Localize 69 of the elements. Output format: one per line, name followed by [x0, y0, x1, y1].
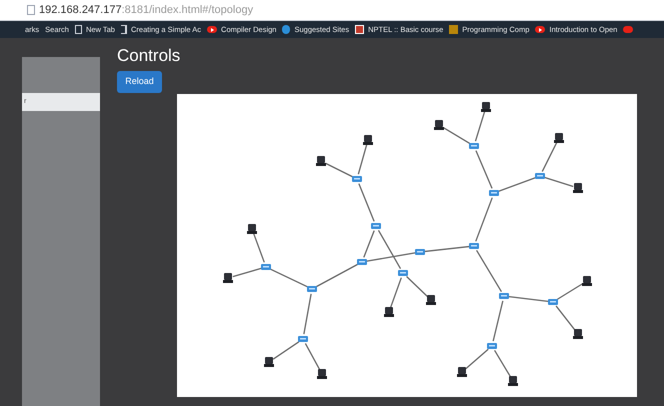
link-line [556, 283, 584, 300]
link-line [544, 176, 574, 188]
computer-icon[interactable] [573, 329, 583, 339]
switch-icon[interactable] [499, 293, 509, 299]
link-line [542, 142, 558, 172]
switch-icon[interactable] [307, 286, 317, 292]
page-icon [74, 25, 82, 34]
computer-icon[interactable] [481, 102, 491, 112]
computer-icon[interactable] [434, 120, 444, 130]
computer-icon[interactable] [363, 135, 373, 145]
nptel-logo-icon [355, 25, 364, 34]
link-line [494, 350, 511, 378]
link-line [358, 144, 368, 174]
switch-icon[interactable] [352, 176, 362, 182]
link-line [272, 341, 300, 360]
computer-icon[interactable] [264, 357, 274, 367]
link-line [316, 264, 358, 288]
switch-icon[interactable] [487, 343, 497, 349]
b-logo-icon [282, 25, 290, 34]
link-line [475, 197, 493, 242]
computer-icon[interactable] [384, 307, 394, 317]
computer-icon[interactable] [247, 224, 257, 234]
link-line [270, 268, 308, 288]
computer-icon[interactable] [426, 295, 436, 305]
switch-icon[interactable] [415, 249, 425, 255]
switch-icon[interactable] [261, 264, 271, 270]
cc-logo-icon [449, 25, 458, 34]
link-line [358, 183, 375, 222]
link-line [465, 348, 489, 370]
link-line [498, 177, 536, 192]
link-line [304, 343, 320, 370]
computer-icon[interactable] [223, 273, 233, 283]
link-line [476, 250, 502, 292]
link-line [556, 306, 576, 330]
link-line [325, 162, 353, 178]
switch-icon[interactable] [357, 259, 367, 265]
link-line [508, 296, 548, 302]
play-icon [207, 26, 218, 33]
switch-icon[interactable] [548, 299, 558, 305]
play-icon [623, 26, 634, 33]
computer-icon[interactable] [582, 276, 592, 286]
switch-icon[interactable] [398, 270, 408, 276]
link-line [390, 277, 402, 308]
computer-icon[interactable] [317, 369, 327, 379]
link-line [475, 150, 493, 189]
computer-icon[interactable] [316, 156, 326, 166]
link-line [303, 294, 312, 334]
reload-button[interactable]: Reload [117, 71, 162, 93]
link-line [253, 233, 265, 263]
page-icon [27, 5, 35, 15]
play-icon [535, 26, 546, 33]
computer-icon[interactable] [554, 133, 564, 143]
switch-icon[interactable] [535, 173, 545, 179]
link-line [442, 127, 470, 144]
link-line [424, 246, 470, 252]
link-line [492, 300, 504, 342]
computer-icon[interactable] [457, 367, 467, 377]
switch-icon[interactable] [371, 223, 381, 229]
switch-icon[interactable] [469, 143, 479, 149]
link-line [474, 112, 486, 142]
computer-icon[interactable] [508, 376, 518, 386]
bookmark-icon [120, 25, 127, 34]
switch-icon[interactable] [489, 190, 499, 196]
link-line [406, 276, 428, 297]
link-line [232, 268, 262, 278]
switch-icon[interactable] [298, 336, 308, 342]
switch-icon[interactable] [469, 243, 479, 249]
controls-heading: Controls [117, 46, 182, 66]
computer-icon[interactable] [573, 183, 583, 193]
